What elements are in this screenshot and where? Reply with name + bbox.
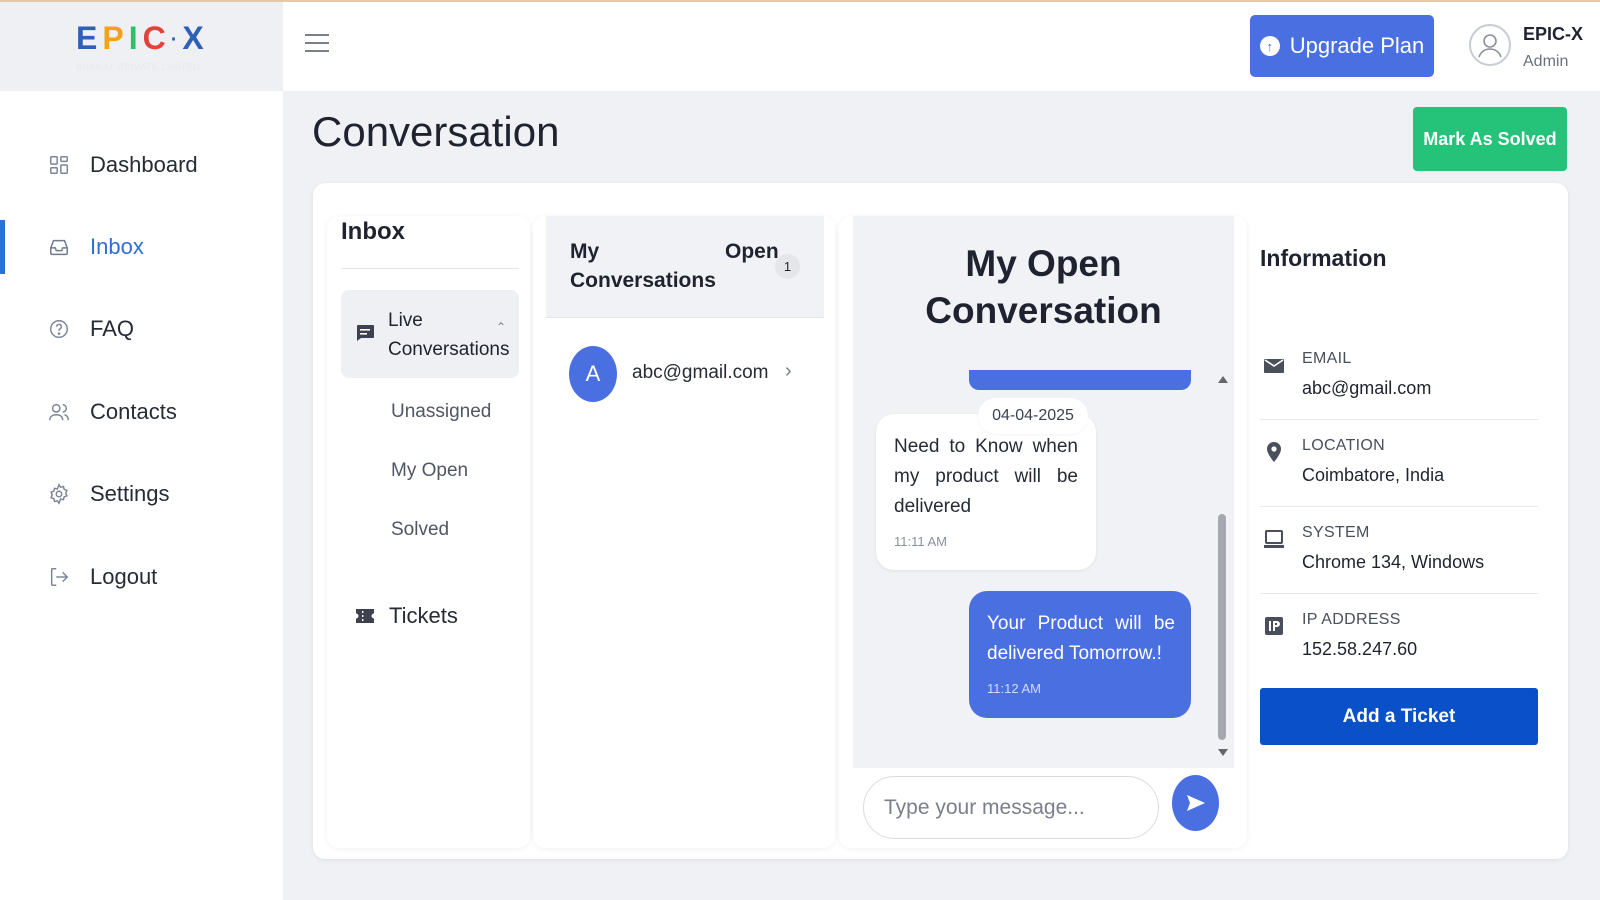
- info-value: Coimbatore, India: [1302, 465, 1445, 485]
- message-input[interactable]: [863, 776, 1159, 839]
- conversation-email: abc@gmail.com: [632, 362, 769, 383]
- message-text: Need to Know when my product will be del…: [894, 436, 1078, 517]
- gear-icon: [50, 483, 68, 505]
- upgrade-plan-button[interactable]: ↑ Upgrade Plan: [1250, 15, 1434, 77]
- divider: [341, 268, 519, 269]
- sidebar-item-label: FAQ: [90, 316, 135, 341]
- info-value: 152.58.247.60: [1302, 639, 1418, 659]
- send-icon: [1186, 795, 1205, 811]
- sidebar-item-logout[interactable]: Logout: [0, 550, 283, 604]
- ticket-icon: [356, 609, 374, 623]
- message-bubble-incoming: Need to Know when my product will be del…: [876, 414, 1096, 570]
- chevron-up-icon: ⌃: [496, 320, 507, 334]
- info-label: SYSTEM: [1302, 524, 1370, 541]
- top-header: ↑ Upgrade Plan EPIC-X Admin: [283, 2, 1600, 91]
- logout-icon: [50, 568, 69, 586]
- inbox-title: Inbox: [341, 218, 405, 245]
- live-conversations-label: Live Conversations: [388, 310, 510, 360]
- sidebar-item-label: Settings: [90, 481, 170, 506]
- arrow-up-circle-icon: ↑: [1259, 36, 1280, 56]
- brand-logo: EPIC·X: [76, 20, 209, 56]
- avatar[interactable]: [1469, 24, 1511, 66]
- avatar: A: [569, 346, 617, 402]
- message-text: Your Product will be delivered Tomorrow.…: [987, 613, 1175, 664]
- chat-title: My Open Conversation: [925, 243, 1162, 331]
- send-button[interactable]: [1172, 775, 1219, 831]
- user-icon: [1478, 34, 1502, 58]
- help-circle-icon: [50, 320, 68, 338]
- conversation-list-title: My Conversations: [570, 240, 716, 292]
- conversation-list-item[interactable]: A abc@gmail.com ›: [569, 346, 801, 402]
- information-title: Information: [1260, 245, 1387, 271]
- computer-icon: [1264, 530, 1284, 548]
- info-row-ip-address: IP ADDRESS 152.58.247.60: [1260, 595, 1538, 681]
- sidebar-item-contacts[interactable]: Contacts: [0, 385, 283, 439]
- info-row-email: EMAIL abc@gmail.com: [1260, 334, 1538, 420]
- tickets-link[interactable]: Tickets: [355, 603, 458, 629]
- add-ticket-button[interactable]: Add a Ticket: [1260, 688, 1538, 745]
- sidebar-item-settings[interactable]: Settings: [0, 467, 283, 521]
- chevron-right-icon: ›: [785, 360, 792, 382]
- chat-icon: [357, 325, 374, 341]
- message-time: 11:11 AM: [894, 534, 947, 549]
- inbox-item-my-open[interactable]: My Open: [391, 460, 468, 482]
- inbox-item-solved[interactable]: Solved: [391, 519, 449, 541]
- sidebar: EPIC·X BHARAT PRIVATE LIMITED Dashboard …: [0, 2, 283, 900]
- sidebar-item-inbox[interactable]: Inbox: [0, 220, 283, 274]
- message-bubble-partial: [969, 370, 1191, 390]
- hamburger-icon[interactable]: [305, 34, 329, 54]
- sidebar-item-faq[interactable]: FAQ: [0, 302, 283, 356]
- message-time: 11:12 AM: [987, 681, 1041, 696]
- mark-as-solved-button[interactable]: Mark As Solved: [1413, 107, 1567, 171]
- scrollbar-thumb[interactable]: [1218, 514, 1226, 740]
- conversation-filter-label: Open: [725, 240, 779, 263]
- info-row-system: SYSTEM Chrome 134, Windows: [1260, 508, 1538, 594]
- upgrade-plan-label: Upgrade Plan: [1289, 33, 1425, 58]
- scroll-up-arrow-icon[interactable]: [1218, 376, 1228, 383]
- page-title: Conversation: [312, 108, 560, 155]
- info-value: Chrome 134, Windows: [1302, 552, 1485, 572]
- info-value: abc@gmail.com: [1302, 378, 1432, 398]
- tickets-label: Tickets: [389, 603, 458, 628]
- sidebar-item-label: Dashboard: [90, 152, 198, 177]
- ip-icon: [1265, 617, 1283, 635]
- sidebar-item-label: Inbox: [90, 234, 144, 259]
- inbox-item-unassigned[interactable]: Unassigned: [391, 401, 491, 423]
- location-pin-icon: [1267, 442, 1281, 462]
- info-label: EMAIL: [1302, 350, 1352, 367]
- date-chip: 04-04-2025: [978, 398, 1088, 434]
- info-row-location: LOCATION Coimbatore, India: [1260, 421, 1538, 507]
- user-role: Admin: [1523, 53, 1569, 70]
- sidebar-item-dashboard[interactable]: Dashboard: [0, 138, 283, 192]
- inbox-icon: [50, 239, 68, 256]
- count-badge: 1: [775, 254, 800, 279]
- chat-scrollbar[interactable]: [1215, 374, 1229, 764]
- live-conversations-toggle[interactable]: Live Conversations ⌃: [341, 290, 519, 378]
- sidebar-item-label: Logout: [90, 564, 158, 589]
- info-label: IP ADDRESS: [1302, 611, 1401, 628]
- mail-icon: [1264, 359, 1284, 373]
- info-label: LOCATION: [1302, 437, 1386, 454]
- grid-icon: [50, 156, 68, 174]
- brand-tagline: BHARAT PRIVATE LIMITED: [76, 62, 201, 72]
- sidebar-item-label: Contacts: [90, 399, 177, 424]
- users-icon: [49, 403, 69, 421]
- scroll-down-arrow-icon[interactable]: [1218, 749, 1228, 756]
- message-bubble-outgoing: Your Product will be delivered Tomorrow.…: [969, 591, 1191, 718]
- user-name: EPIC-X: [1523, 24, 1584, 44]
- logo-area[interactable]: EPIC·X BHARAT PRIVATE LIMITED: [0, 2, 283, 91]
